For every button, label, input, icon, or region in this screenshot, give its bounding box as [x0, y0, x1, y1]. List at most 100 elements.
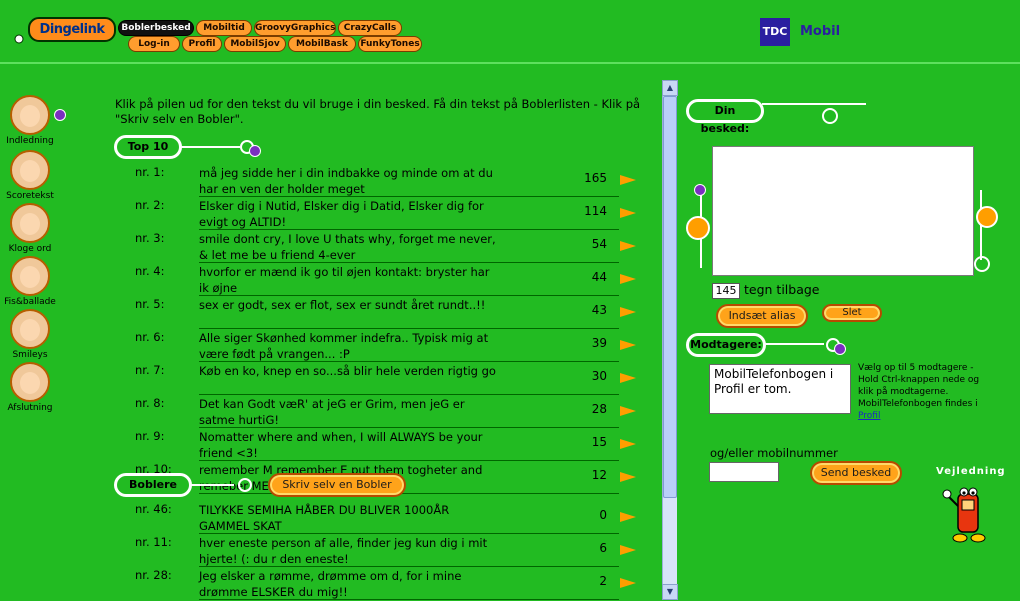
intro-text: Klik på pilen ud for den tekst du vil br… [115, 97, 641, 126]
sidebar-item-kloge-ord[interactable]: Kloge ord [0, 203, 60, 254]
row-text: Jeg elsker a rømme, drømme om d, for i m… [199, 569, 462, 599]
row-number: nr. 5: [135, 297, 165, 311]
nav-mobilsjov[interactable]: MobilSjov [224, 36, 286, 52]
row-count: 28 [591, 402, 607, 416]
sidebar-label: Indledning [6, 136, 54, 146]
nav-groovygraphics[interactable]: GroovyGraphics [254, 20, 336, 36]
row-number: nr. 1: [135, 165, 165, 179]
tdc-logo[interactable]: TDC [760, 18, 790, 46]
row-number: nr. 6: [135, 330, 165, 344]
afslutning-avatar-icon [10, 362, 50, 402]
indledning-avatar-icon [10, 95, 50, 135]
orange-ring-icon [976, 206, 998, 228]
din-besked-heading: Din besked: [686, 99, 764, 135]
divider [762, 103, 866, 105]
row-count: 39 [591, 336, 607, 350]
select-arrow-icon[interactable] [620, 439, 636, 449]
row-divider [199, 533, 619, 534]
purple-dot-icon [249, 145, 261, 157]
chars-left-counter: 145 [712, 283, 740, 299]
select-arrow-icon[interactable] [620, 175, 636, 185]
recipients-listbox[interactable]: MobilTelefonbogen i Profil er tom. [709, 364, 851, 414]
divider [190, 484, 234, 486]
row-count: 114 [584, 204, 607, 218]
sidebar-item-scoretekst[interactable]: Scoretekst [0, 150, 60, 201]
sidebar-item-smileys[interactable]: Smileys [0, 309, 60, 360]
row-count: 165 [584, 171, 607, 185]
select-arrow-icon[interactable] [620, 406, 636, 416]
row-divider [199, 229, 619, 230]
sidebar-item-fis-ballade[interactable]: Fis&ballade [0, 256, 60, 307]
row-text: Det kan Godt væR' at jeG er Grim, men je… [199, 397, 465, 427]
nav-crazycalls[interactable]: CrazyCalls [338, 20, 402, 36]
list-row: nr. 4: hvorfor er mænd ik go til øjen kon… [135, 264, 645, 297]
list-row: nr. 3: smile dont cry, I love U thats why… [135, 231, 645, 264]
row-text: Nomatter where and when, I will ALWAYS b… [199, 430, 483, 460]
row-divider [199, 328, 619, 329]
ring-decoration-icon [238, 478, 252, 492]
mobile-number-input[interactable] [709, 462, 779, 482]
select-arrow-icon[interactable] [620, 307, 636, 317]
select-arrow-icon[interactable] [620, 545, 636, 555]
list-row: nr. 2: Elsker dig i Nutid, Elsker dig i D… [135, 198, 645, 231]
row-divider [199, 361, 619, 362]
select-arrow-icon[interactable] [620, 241, 636, 251]
row-text: smile dont cry, I love U thats why, forg… [199, 232, 496, 262]
phone-mascot-icon [942, 487, 986, 543]
fis-ballade-avatar-icon [10, 256, 50, 296]
sidebar-label: Fis&ballade [4, 297, 56, 307]
ring-decoration-icon [822, 108, 838, 124]
list-row: nr. 9: Nomatter where and when, I will AL… [135, 429, 645, 462]
select-arrow-icon[interactable] [620, 472, 636, 482]
selected-indicator-icon [54, 109, 66, 121]
row-text: Elsker dig i Nutid, Elsker dig i Datid, … [199, 199, 484, 229]
select-arrow-icon[interactable] [620, 373, 636, 383]
chars-left-label: tegn tilbage [744, 282, 820, 297]
select-arrow-icon[interactable] [620, 208, 636, 218]
row-text: Alle siger Skønhed kommer indefra.. Typi… [199, 331, 489, 361]
list-row: nr. 28: Jeg elsker a rømme, drømme om d, … [135, 568, 645, 601]
select-arrow-icon[interactable] [620, 578, 636, 588]
select-arrow-icon[interactable] [620, 340, 636, 350]
row-count: 6 [599, 541, 607, 555]
nav-mobilbask[interactable]: MobilBask [288, 36, 356, 52]
vejledning-mascot[interactable]: Vejledning [936, 466, 1006, 544]
row-number: nr. 8: [135, 396, 165, 410]
delete-button[interactable]: Slet [822, 304, 882, 322]
nav-log-in[interactable]: Log-in [128, 36, 180, 52]
profil-link[interactable]: Profil [858, 411, 880, 421]
scroll-down-icon[interactable]: ▼ [662, 584, 678, 600]
row-count: 44 [591, 270, 607, 284]
sidebar-item-afslutning[interactable]: Afslutning [0, 362, 60, 413]
dingelink-logo[interactable]: Dingelink [28, 17, 116, 42]
list-row: nr. 11: hver eneste person af alle, finde… [135, 535, 645, 568]
boblere-heading: Boblere [114, 473, 192, 497]
message-textarea[interactable] [712, 146, 974, 276]
nav-profil[interactable]: Profil [182, 36, 222, 52]
select-arrow-icon[interactable] [620, 274, 636, 284]
row-count: 15 [591, 435, 607, 449]
nav-funkytones[interactable]: FunkyTones [358, 36, 422, 52]
sidebar-label: Kloge ord [8, 244, 52, 254]
nav-boblerbesked[interactable]: Boblerbesked [118, 20, 194, 36]
row-text: hver eneste person af alle, finder jeg k… [199, 536, 488, 566]
row-text: Køb en ko, knep en so...så blir hele ver… [199, 364, 496, 378]
select-arrow-icon[interactable] [620, 512, 636, 522]
write-bobler-button[interactable]: Skriv selv en Bobler [268, 473, 406, 497]
top10-heading: Top 10 [114, 135, 182, 159]
row-number: nr. 7: [135, 363, 165, 377]
list-row: nr. 8: Det kan Godt væR' at jeG er Grim, … [135, 396, 645, 429]
row-text: må jeg sidde her i din indbakke og minde… [199, 166, 493, 196]
insert-alias-button[interactable]: Indsæt alias [716, 304, 808, 328]
send-message-button[interactable]: Send besked [810, 461, 902, 485]
header: Dingelink Boblerbesked Mobiltid GroovyGr… [0, 0, 1020, 64]
smileys-avatar-icon [10, 309, 50, 349]
row-divider [199, 460, 619, 461]
nav-mobiltid[interactable]: Mobiltid [196, 20, 252, 36]
sidebar-item-indledning[interactable]: Indledning [0, 95, 60, 146]
scroll-up-icon[interactable]: ▲ [662, 80, 678, 96]
row-divider [199, 295, 619, 296]
row-count: 43 [591, 303, 607, 317]
mascot-label: Vejledning [936, 466, 1006, 477]
scrollbar-thumb[interactable] [663, 96, 677, 498]
